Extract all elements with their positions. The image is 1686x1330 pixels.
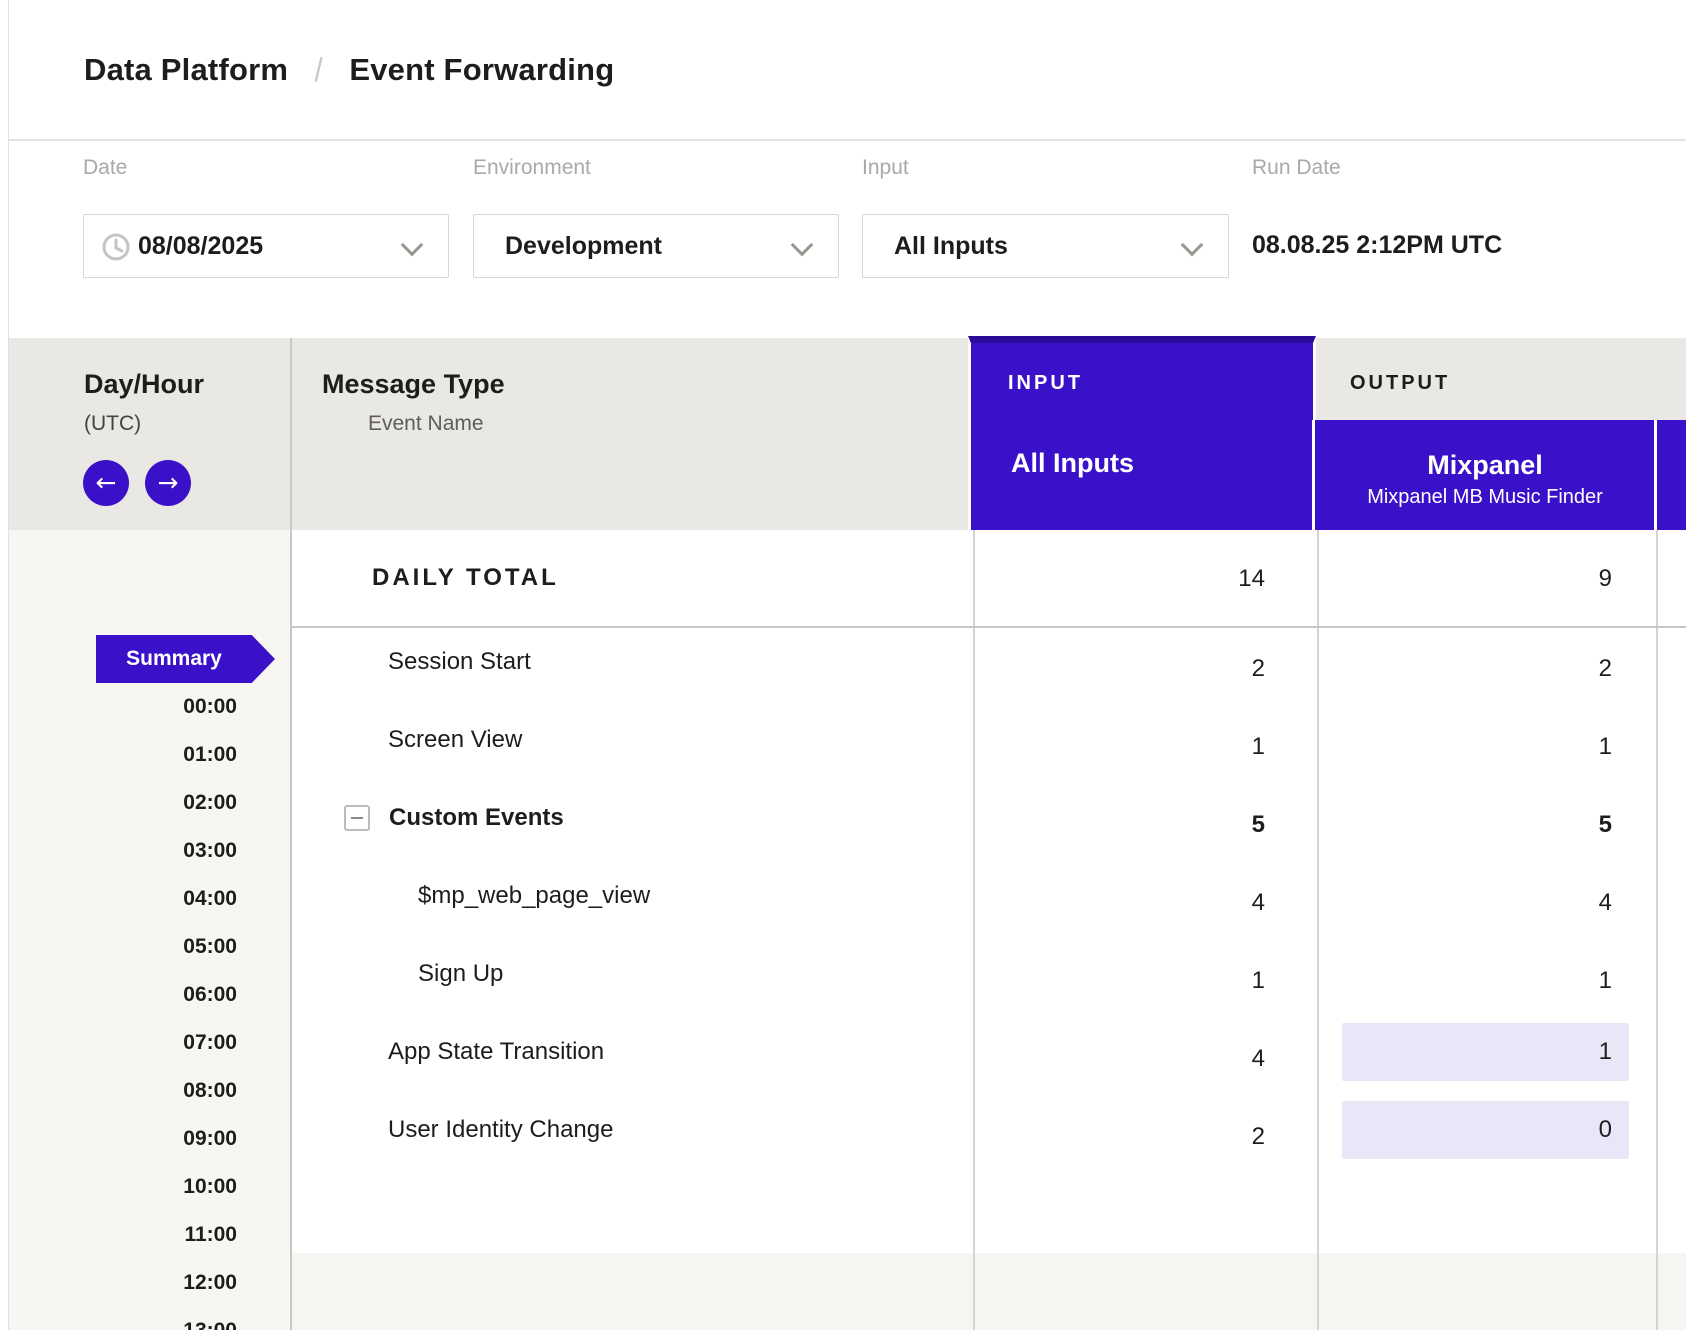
date-filter-label: Date	[83, 156, 127, 180]
environment-filter-label: Environment	[473, 156, 591, 180]
daily-total-input-value: 14	[973, 565, 1265, 593]
day-hour-timezone: (UTC)	[84, 412, 141, 436]
hour-label-13[interactable]: 13:00	[8, 1318, 237, 1330]
input-dropdown-value: All Inputs	[894, 232, 1008, 261]
run-date-value: 08.08.25 2:12PM UTC	[1252, 231, 1502, 260]
minus-icon	[351, 817, 363, 819]
date-dropdown-value: 08/08/2025	[138, 232, 263, 261]
rail-divider	[290, 338, 292, 1330]
table-row: Session Start 2 2	[0, 648, 1686, 676]
row-label: User Identity Change	[388, 1116, 613, 1144]
row-output-value-highlighted: 1	[1342, 1023, 1629, 1081]
output-column-subtitle: Mixpanel MB Music Finder	[1315, 486, 1655, 509]
next-day-button[interactable]: →	[145, 460, 191, 506]
row-input-value: 2	[973, 655, 1265, 683]
output-column-name: Mixpanel	[1315, 450, 1655, 481]
table-row: User Identity Change 2 0	[0, 1116, 1686, 1144]
row-label: Sign Up	[418, 960, 503, 988]
output-column-header[interactable]: Mixpanel Mixpanel MB Music Finder	[1312, 420, 1658, 530]
hour-label-08[interactable]: 08:00	[8, 1078, 237, 1104]
input-column-name: All Inputs	[1011, 448, 1134, 479]
row-output-value: 2	[1317, 655, 1612, 683]
row-label: App State Transition	[388, 1038, 604, 1066]
table-row: Custom Events 5 5	[0, 804, 1686, 832]
row-input-value: 2	[973, 1123, 1265, 1151]
row-input-value: 4	[973, 1045, 1265, 1073]
hour-label-05[interactable]: 05:00	[8, 934, 237, 960]
row-output-value: 5	[1317, 811, 1612, 839]
row-output-value-highlighted: 0	[1342, 1101, 1629, 1159]
table-row: Screen View 1 1	[0, 726, 1686, 754]
daily-total-label: DAILY TOTAL	[372, 564, 559, 592]
day-hour-header: Day/Hour	[84, 369, 204, 400]
row-output-value: 1	[1317, 967, 1612, 995]
hour-label-10[interactable]: 10:00	[8, 1174, 237, 1200]
row-input-value: 1	[973, 967, 1265, 995]
input-dropdown[interactable]: All Inputs	[862, 214, 1229, 278]
input-filter-label: Input	[862, 156, 909, 180]
clock-icon	[101, 232, 131, 262]
row-label: Custom Events	[389, 804, 564, 832]
row-input-value: 4	[973, 889, 1265, 917]
chevron-down-icon	[791, 234, 814, 257]
row-input-value: 5	[973, 811, 1265, 839]
row-label: $mp_web_page_view	[418, 882, 650, 910]
row-input-value: 1	[973, 733, 1265, 761]
environment-dropdown[interactable]: Development	[473, 214, 839, 278]
event-name-subheader: Event Name	[368, 412, 484, 436]
page-title: Event Forwarding	[349, 52, 614, 88]
collapse-custom-events-button[interactable]	[344, 805, 370, 831]
row-label: Session Start	[388, 648, 531, 676]
row-label: Screen View	[388, 726, 522, 754]
daily-total-divider	[290, 626, 1686, 628]
breadcrumb-data-platform[interactable]: Data Platform	[84, 52, 288, 88]
row-output-value: 4	[1317, 889, 1612, 917]
top-bar: Data Platform / Event Forwarding	[9, 0, 1686, 141]
breadcrumb-separator: /	[315, 51, 323, 89]
table-footer-band	[290, 1253, 1686, 1330]
date-dropdown[interactable]: 08/08/2025	[83, 214, 449, 278]
arrow-right-icon: →	[158, 468, 179, 497]
chevron-down-icon	[1181, 234, 1204, 257]
table-row: Sign Up 1 1	[0, 960, 1686, 988]
hour-label-11[interactable]: 11:00	[8, 1222, 237, 1248]
breadcrumb: Data Platform / Event Forwarding	[84, 0, 614, 139]
output-group-label: OUTPUT	[1350, 372, 1450, 395]
input-column-header[interactable]: INPUT All Inputs	[968, 336, 1316, 530]
run-date-label: Run Date	[1252, 156, 1341, 180]
arrow-left-icon: ←	[96, 468, 117, 497]
table-row: App State Transition 4 1	[0, 1038, 1686, 1066]
hour-label-03[interactable]: 03:00	[8, 838, 237, 864]
previous-day-button[interactable]: ←	[83, 460, 129, 506]
environment-dropdown-value: Development	[505, 232, 662, 261]
row-output-value: 1	[1317, 733, 1612, 761]
input-group-label: INPUT	[1008, 372, 1083, 395]
event-forwarding-page: Data Platform / Event Forwarding Date 08…	[0, 0, 1686, 1330]
table-row: $mp_web_page_view 4 4	[0, 882, 1686, 910]
daily-total-row: DAILY TOTAL 14 9	[0, 564, 1686, 592]
daily-total-output-value: 9	[1317, 565, 1612, 593]
hour-label-12[interactable]: 12:00	[8, 1270, 237, 1296]
hour-label-00[interactable]: 00:00	[8, 694, 237, 720]
next-output-column-header[interactable]	[1654, 420, 1686, 530]
message-type-header: Message Type	[322, 369, 505, 400]
chevron-down-icon	[401, 234, 424, 257]
